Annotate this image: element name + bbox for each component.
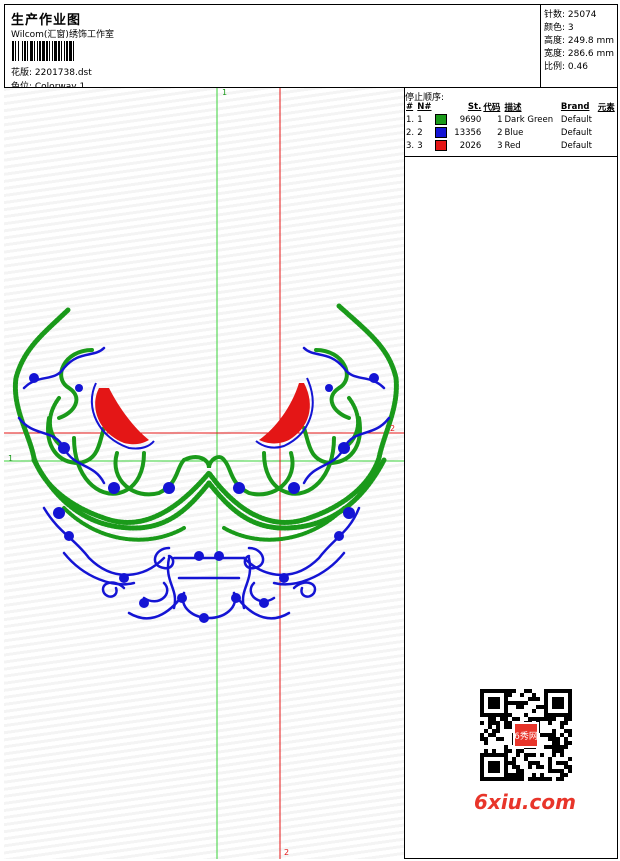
stat-width: 宽度: 286.6 mm	[544, 49, 615, 59]
qr-code-image: 6秀网	[480, 689, 572, 781]
red-bottom-label: 2	[284, 848, 290, 857]
row-needle: 1	[417, 114, 423, 125]
green-top-label: 1	[222, 88, 228, 97]
stats-panel: 针数: 25074 颜色: 3 高度: 249.8 mm 宽度: 286.6 m…	[540, 4, 618, 88]
stat-height: 高度: 249.8 mm	[544, 36, 615, 46]
table-row[interactable]: 2. 2 13356 2 Blue Default	[405, 126, 618, 139]
blue-vines	[17, 346, 391, 620]
stop-sequence-table: # N# St. 代码 描述 Brand 元素 1. 1 9690 1 Dark Gre…	[405, 101, 618, 152]
design-canvas[interactable]: 1 1 2 2	[4, 88, 405, 859]
embroidery-preview	[4, 88, 404, 859]
row-brand: Default	[560, 114, 592, 125]
col-needle: N#	[417, 102, 432, 112]
panel-divider	[405, 156, 618, 157]
page-title: 生产作业图	[11, 13, 82, 28]
table-header-row: # N# St. 代码 描述 Brand 元素	[405, 101, 618, 113]
watermark-logo: 6xiu.com	[474, 790, 576, 814]
color-swatch	[435, 140, 448, 151]
barcode	[12, 41, 142, 61]
row-code: 1	[497, 114, 503, 125]
row-element	[597, 139, 618, 152]
row-element	[597, 126, 618, 139]
green-edging	[12, 303, 399, 542]
row-needle: 2	[417, 127, 423, 138]
row-swatch	[434, 113, 450, 126]
table-row[interactable]: 3. 3 2026 3 Red Default	[405, 139, 618, 152]
row-stitches: 9690	[459, 114, 482, 125]
row-brand: Default	[560, 127, 592, 138]
col-index: #	[406, 102, 414, 112]
row-code: 3	[497, 140, 503, 151]
green-left-label: 1	[8, 454, 14, 463]
color-swatch	[435, 114, 448, 125]
row-index: 1.	[406, 114, 415, 125]
red-right-label: 2	[390, 424, 396, 433]
barcode-bar	[74, 41, 76, 61]
row-description: Blue	[504, 127, 524, 138]
company-name: Wilcom(汇窗)绣饰工作室	[11, 30, 114, 40]
qr-code[interactable]: 6秀网	[471, 680, 581, 790]
row-needle: 3	[417, 140, 423, 151]
row-swatch	[434, 139, 450, 152]
row-stitches: 2026	[459, 140, 482, 151]
table-row[interactable]: 1. 1 9690 1 Dark Green Default	[405, 113, 618, 126]
stat-scale: 比例: 0.46	[544, 62, 588, 72]
blue-flowers	[29, 373, 379, 623]
row-element	[597, 113, 618, 126]
red-fans	[95, 383, 310, 445]
row-index: 2.	[406, 127, 415, 138]
row-description: Dark Green	[504, 114, 554, 125]
row-description: Red	[504, 140, 521, 151]
design-file: 花版: 2201738.dst	[11, 68, 92, 78]
row-brand: Default	[560, 140, 592, 151]
row-index: 3.	[406, 140, 415, 151]
row-stitches: 13356	[454, 127, 482, 138]
col-brand: Brand	[560, 102, 590, 112]
qr-badge-text: 6秀网	[514, 730, 538, 742]
col-description: 描述	[504, 103, 522, 113]
row-swatch	[434, 126, 450, 139]
col-element: 元素	[597, 103, 615, 113]
col-code: 代码	[483, 103, 501, 113]
col-stitches: St.	[467, 102, 482, 112]
row-code: 2	[497, 127, 503, 138]
stat-stitches: 针数: 25074	[544, 10, 597, 20]
header: 生产作业图 Wilcom(汇窗)绣饰工作室 花版: 2201738.dst 色位…	[4, 4, 618, 92]
stat-colors: 颜色: 3	[544, 23, 574, 33]
color-swatch	[435, 127, 448, 138]
